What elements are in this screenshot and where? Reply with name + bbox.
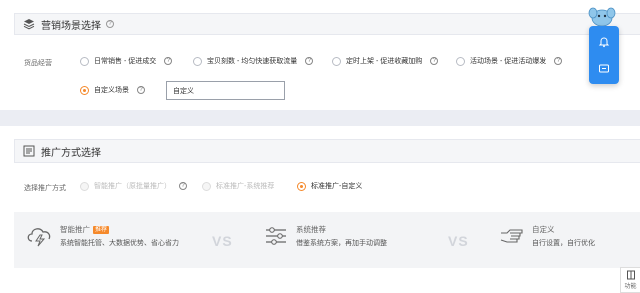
- compare-system-title: 系统推荐: [296, 225, 326, 234]
- radio-circle[interactable]: [332, 56, 341, 66]
- recommend-badge: 推荐: [93, 225, 110, 234]
- choose-method-label: 选择推广方式: [24, 185, 66, 192]
- compare-smart-desc: 系统智能托管、大数据优势、省心省力: [60, 240, 179, 247]
- promotion-method-title: 推广方式选择: [41, 147, 101, 159]
- scene-option-activity[interactable]: 活动场景 - 促进活动爆发 ?: [456, 56, 563, 66]
- function-button[interactable]: 功能: [620, 267, 640, 293]
- scene-option-label: 宝贝刻数 - 均匀快速获取流量: [207, 58, 298, 65]
- hand-point-icon: [498, 224, 526, 248]
- goods-operation-label: 货品经营: [24, 60, 52, 67]
- floating-helper-panel: [589, 26, 619, 84]
- compare-custom-title: 自定义: [532, 225, 555, 234]
- promotion-method-header: 推广方式选择: [14, 139, 640, 163]
- scene-option-scheduled-listing[interactable]: 定时上架 - 促进收藏加购 ?: [332, 56, 439, 66]
- book-icon: [626, 270, 635, 280]
- radio-circle-selected[interactable]: [80, 85, 89, 95]
- help-icon[interactable]: ?: [137, 86, 145, 94]
- scene-option-label: 日常销售 - 促进成交: [94, 58, 157, 65]
- method-option-label: 标准推广-自定义: [311, 183, 363, 190]
- bell-icon[interactable]: [598, 35, 610, 48]
- method-option-label: 智能推广（原批量推广）: [94, 183, 171, 190]
- marketing-scene-card: 营销场景选择 ? 货品经营 日常销售 - 促进成交 ? 宝贝刻数 - 均匀快速获…: [0, 0, 640, 110]
- radio-circle[interactable]: [456, 56, 465, 66]
- method-option-system-recommend[interactable]: 标准推广-系统推荐: [202, 181, 274, 191]
- compare-smart-title: 智能推广: [60, 225, 90, 234]
- method-comparison-strip: 智能推广 推荐 系统智能托管、大数据优势、省心省力 VS 系统推荐 借鉴系统方案，…: [14, 212, 640, 268]
- sliders-icon: [262, 224, 290, 248]
- vs-label: VS: [212, 233, 233, 249]
- help-icon[interactable]: ?: [305, 57, 314, 65]
- custom-scene-name-input[interactable]: [166, 81, 285, 100]
- radio-circle[interactable]: [80, 181, 89, 191]
- scene-option-label: 定时上架 - 促进收藏加购: [346, 58, 423, 65]
- compare-custom: 自定义 自行设置，自行优化: [498, 224, 595, 248]
- scene-option-label: 自定义场景: [94, 87, 129, 94]
- marketing-scene-header: 营销场景选择 ?: [14, 13, 640, 35]
- radio-circle-selected[interactable]: [297, 181, 306, 191]
- compare-system: 系统推荐 借鉴系统方案，再加手动调整: [262, 224, 387, 248]
- list-icon: [23, 145, 35, 157]
- scene-option-custom[interactable]: 自定义场景 ?: [80, 85, 145, 95]
- radio-circle[interactable]: [193, 56, 202, 66]
- help-icon[interactable]: ?: [430, 57, 439, 65]
- compare-smart: 智能推广 推荐 系统智能托管、大数据优势、省心省力: [26, 224, 179, 248]
- vs-label: VS: [448, 233, 469, 249]
- radio-circle[interactable]: [80, 56, 89, 66]
- chat-icon[interactable]: [598, 62, 610, 74]
- scene-option-traffic[interactable]: 宝贝刻数 - 均匀快速获取流量 ?: [193, 56, 314, 66]
- compare-custom-desc: 自行设置，自行优化: [532, 240, 595, 247]
- help-icon[interactable]: ?: [106, 20, 114, 28]
- function-label: 功能: [624, 284, 637, 290]
- help-icon[interactable]: ?: [179, 182, 187, 190]
- radio-circle[interactable]: [202, 181, 211, 191]
- method-option-smart[interactable]: 智能推广（原批量推广） ?: [80, 181, 187, 191]
- help-icon[interactable]: ?: [164, 57, 173, 65]
- scene-option-label: 活动场景 - 促进活动爆发: [470, 58, 547, 65]
- layers-icon: [23, 18, 35, 30]
- scene-option-daily-sales[interactable]: 日常销售 - 促进成交 ?: [80, 56, 173, 66]
- help-icon[interactable]: ?: [554, 57, 563, 65]
- cloud-bolt-icon: [26, 224, 54, 248]
- mascot-icon[interactable]: [588, 5, 616, 27]
- marketing-scene-title: 营销场景选择: [41, 20, 101, 32]
- compare-system-desc: 借鉴系统方案，再加手动调整: [296, 240, 387, 247]
- method-option-label: 标准推广-系统推荐: [216, 183, 275, 190]
- method-option-custom[interactable]: 标准推广-自定义: [297, 181, 362, 191]
